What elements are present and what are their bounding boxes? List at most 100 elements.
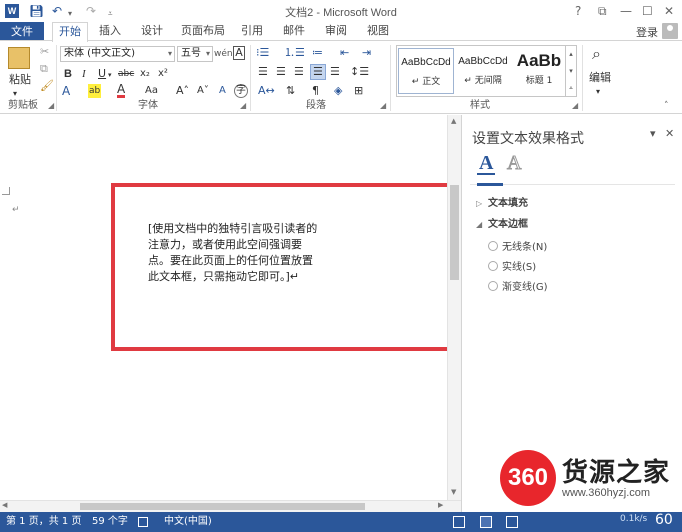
tab-home[interactable]: 开始 xyxy=(52,22,88,42)
tab-design[interactable]: 设计 xyxy=(136,22,168,41)
horizontal-scroll-thumb[interactable] xyxy=(80,503,365,510)
close-icon[interactable]: ✕ xyxy=(664,3,674,19)
radio-icon[interactable] xyxy=(488,241,498,251)
pane-options-icon[interactable]: ▾ xyxy=(650,127,656,140)
scroll-up-icon[interactable]: ▲ xyxy=(451,117,456,125)
sort-icon[interactable]: ⇅ xyxy=(286,84,295,98)
collapse-ribbon-icon[interactable]: ˄ xyxy=(664,99,669,113)
multilevel-list-icon[interactable]: ≔ xyxy=(312,46,323,60)
horizontal-scrollbar[interactable]: ◀ ▶ xyxy=(0,500,461,512)
section-label: 文本填充 xyxy=(488,198,528,209)
align-right-icon[interactable]: ☰ xyxy=(294,65,304,79)
tab-view[interactable]: 视图 xyxy=(362,22,394,41)
style-heading-1[interactable]: AaBb 标题 1 xyxy=(511,48,567,94)
shrink-font-icon[interactable]: A˅ xyxy=(197,84,209,98)
login-link[interactable]: 登录 xyxy=(636,24,658,40)
option-gradient-line[interactable]: 渐变线(G) xyxy=(488,278,548,293)
text-box[interactable]: [使用文档中的独特引言吸引读者的注意力，或者使用此空间强调要点。要在此页面上的任… xyxy=(148,221,323,285)
help-icon[interactable]: ? xyxy=(575,3,581,19)
text-effects-icon[interactable]: A xyxy=(506,153,521,174)
superscript-button[interactable]: x² xyxy=(158,67,168,81)
pane-close-icon[interactable]: ✕ xyxy=(665,127,674,140)
tab-review[interactable]: 审阅 xyxy=(320,22,352,41)
group-separator xyxy=(56,45,57,111)
editing-dropdown-icon[interactable]: ▾ xyxy=(596,85,600,99)
font-name-combo[interactable]: 宋体 (中文正文) ▾ xyxy=(60,46,175,62)
chinese-layout-icon[interactable]: A↔ xyxy=(258,84,275,98)
print-layout-icon[interactable] xyxy=(480,516,492,528)
font-launcher-icon[interactable]: ◢ xyxy=(240,101,246,110)
avatar[interactable] xyxy=(662,23,678,39)
justify-icon[interactable]: ☰ xyxy=(310,64,326,80)
char-shading-icon[interactable]: A xyxy=(219,84,226,98)
tab-file[interactable]: 文件 xyxy=(0,22,44,41)
vertical-scrollbar[interactable]: ▲ ▼ xyxy=(447,115,461,500)
style-no-spacing[interactable]: AaBbCcDd ↵ 无间隔 xyxy=(455,48,511,94)
align-left-icon[interactable]: ☰ xyxy=(258,65,268,79)
clipboard-launcher-icon[interactable]: ◢ xyxy=(48,101,54,110)
font-color-icon[interactable]: A xyxy=(117,83,126,98)
decrease-indent-icon[interactable]: ⇤ xyxy=(340,46,349,60)
language[interactable]: 中文(中国) xyxy=(164,516,212,528)
web-layout-icon[interactable] xyxy=(506,516,518,528)
word-count[interactable]: 59 个字 xyxy=(92,516,128,528)
option-solid-line[interactable]: 实线(S) xyxy=(488,258,536,273)
scroll-right-icon[interactable]: ▶ xyxy=(438,501,443,509)
option-no-line[interactable]: 无线条(N) xyxy=(488,238,547,253)
radio-icon[interactable] xyxy=(488,261,498,271)
scroll-down-icon[interactable]: ▼ xyxy=(451,488,456,496)
underline-dropdown-icon[interactable]: ▾ xyxy=(108,68,112,82)
tab-insert[interactable]: 插入 xyxy=(94,22,126,41)
text-effects-icon[interactable]: A xyxy=(62,84,70,98)
numbering-icon[interactable]: ⒈☰ xyxy=(284,46,305,60)
paste-icon[interactable] xyxy=(8,47,30,69)
bullets-icon[interactable]: ⁝☰ xyxy=(256,46,269,60)
tab-layout[interactable]: 页面布局 xyxy=(178,22,228,41)
tab-references[interactable]: 引用 xyxy=(236,22,268,41)
borders-icon[interactable]: ⊞ xyxy=(354,84,363,98)
scroll-left-icon[interactable]: ◀ xyxy=(2,501,7,509)
paragraph-launcher-icon[interactable]: ◢ xyxy=(380,101,386,110)
distributed-icon[interactable]: ☰ xyxy=(330,65,340,79)
section-text-outline[interactable]: ◢ 文本边框 xyxy=(476,215,528,230)
highlight-icon[interactable]: ab xyxy=(88,84,102,98)
char-border-icon[interactable]: A xyxy=(233,46,245,60)
underline-button[interactable]: U xyxy=(98,67,106,81)
page-count[interactable]: 第 1 页，共 1 页 xyxy=(6,516,81,528)
copy-icon[interactable]: ⧉ xyxy=(40,62,48,76)
increase-indent-icon[interactable]: ⇥ xyxy=(362,46,371,60)
shading-icon[interactable]: ◈ xyxy=(334,84,342,98)
styles-launcher-icon[interactable]: ◢ xyxy=(572,101,578,110)
enclose-char-icon[interactable]: 字 xyxy=(234,84,248,98)
subscript-button[interactable]: x₂ xyxy=(140,67,150,81)
cut-icon[interactable]: ✂ xyxy=(40,45,49,59)
font-size-combo[interactable]: 五号 ▾ xyxy=(177,46,213,62)
radio-icon[interactable] xyxy=(488,281,498,291)
styles-scroll[interactable]: ▴ ▾ ⩡ xyxy=(566,45,577,97)
line-spacing-icon[interactable]: ↕☰ xyxy=(350,65,369,79)
section-text-fill[interactable]: ▷ 文本填充 xyxy=(476,194,528,209)
binoculars-icon[interactable]: ⌕ xyxy=(592,46,601,62)
format-painter-icon[interactable]: 🖌︎ xyxy=(40,79,54,93)
editing-button[interactable]: 编辑 xyxy=(588,71,612,85)
style-normal[interactable]: AaBbCcDd ↵ 正文 xyxy=(398,48,454,94)
bold-button[interactable]: B xyxy=(64,67,72,81)
ribbon-display-icon[interactable]: ⧉ xyxy=(598,3,607,19)
grow-font-icon[interactable]: A˄ xyxy=(176,84,189,98)
collapse-icon: ◢ xyxy=(476,220,483,229)
paste-button[interactable]: 粘贴 xyxy=(6,73,34,87)
proofing-icon[interactable] xyxy=(138,517,148,527)
vertical-scroll-thumb[interactable] xyxy=(450,185,459,280)
maximize-icon[interactable]: ☐ xyxy=(642,3,653,19)
italic-button[interactable]: I xyxy=(82,67,86,81)
read-mode-icon[interactable] xyxy=(453,516,465,528)
strikethrough-button[interactable]: abc xyxy=(118,67,134,81)
tab-mailings[interactable]: 邮件 xyxy=(278,22,310,41)
align-center-icon[interactable]: ☰ xyxy=(276,65,286,79)
text-fill-outline-icon[interactable]: A xyxy=(477,153,496,175)
clipboard-group-label: 剪贴板 xyxy=(8,100,38,111)
phonetic-guide-icon[interactable]: wén xyxy=(214,47,233,61)
pane-title: 设置文本效果格式 xyxy=(472,131,584,147)
ribbon-tabs: 文件 开始 插入 设计 页面布局 引用 邮件 审阅 视图 登录 xyxy=(0,22,682,42)
minimize-icon[interactable]: — xyxy=(620,3,632,19)
